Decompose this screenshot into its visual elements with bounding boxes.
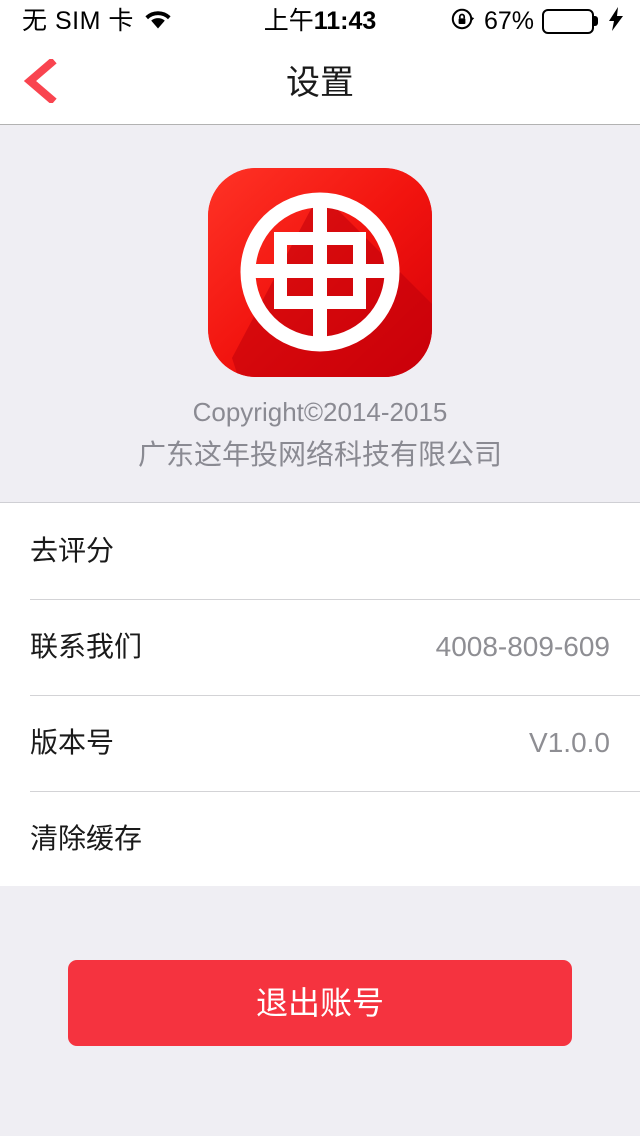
list-item-version[interactable]: 版本号 V1.0.0 [0,695,640,791]
list-item-label: 版本号 [30,727,115,758]
footer-area: 退出账号 [0,886,640,1136]
lightning-bolt-icon [608,6,624,37]
list-item-value: 4008-809-609 [435,631,610,662]
logout-button[interactable]: 退出账号 [68,960,572,1046]
battery-nub [594,16,598,26]
list-item-contact-us[interactable]: 联系我们 4008-809-609 [0,599,640,695]
settings-screen: 无 SIM 卡 上午11:43 67% 设置 Copyright©2014-20… [0,0,640,1136]
list-item-label: 联系我们 [30,631,143,662]
list-item-value: V1.0.0 [529,727,610,758]
company-name: 广东这年投网络科技有限公司 [137,439,502,470]
navigation-bar: 设置 [0,42,640,125]
copyright-text: Copyright©2014-2015 [192,397,448,427]
battery-icon [542,8,598,34]
app-logo-icon [208,168,432,377]
list-item-rate[interactable]: 去评分 [0,503,640,599]
status-bar: 无 SIM 卡 上午11:43 67% [0,0,640,42]
list-item-label: 清除缓存 [30,823,143,854]
page-title: 设置 [286,64,354,102]
clock-time: 11:43 [313,6,377,35]
rotation-lock-icon [450,6,476,37]
status-bar-right: 67% [450,6,624,37]
settings-list: 去评分 联系我们 4008-809-609 版本号 V1.0.0 清除缓存 [0,503,640,888]
list-item-clear-cache[interactable]: 清除缓存 [0,791,640,887]
list-item-label: 去评分 [30,535,115,566]
app-info-panel: Copyright©2014-2015 广东这年投网络科技有限公司 [0,125,640,503]
battery-percent-label: 67% [483,6,534,35]
clock-ampm: 上午 [263,6,314,35]
